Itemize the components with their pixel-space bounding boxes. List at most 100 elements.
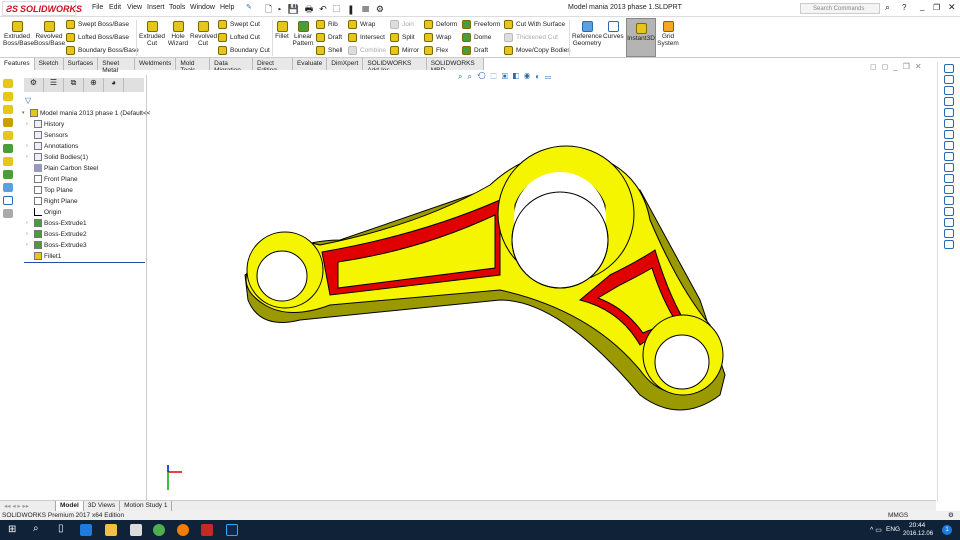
fillet-icon[interactable]: [3, 105, 13, 114]
configuration-manager-tab-icon[interactable]: ⧉: [64, 78, 84, 92]
fillet-button[interactable]: Fillet: [274, 21, 290, 40]
swept-cut-button[interactable]: Swept Cut: [218, 20, 260, 29]
tab-sheet-metal[interactable]: Sheet Metal: [98, 58, 135, 74]
spline-icon[interactable]: [944, 185, 954, 194]
draft2-button[interactable]: Draft: [462, 46, 488, 55]
tree-item-solid-bodies[interactable]: › Solid Bodies(1): [26, 153, 88, 161]
plane-icon[interactable]: [944, 207, 954, 216]
curves-icon[interactable]: [3, 196, 13, 205]
clock-time[interactable]: 20:44: [909, 522, 925, 529]
move-copy-bodies-button[interactable]: Move/Copy Bodies: [504, 46, 571, 55]
menu-window[interactable]: Window: [190, 4, 215, 11]
lofted-boss-button[interactable]: Lofted Boss/Base: [66, 33, 129, 42]
tab-dimxpert[interactable]: DimXpert: [327, 58, 364, 70]
mirror-icon[interactable]: [944, 240, 954, 249]
tree-item-material[interactable]: Plain Carbon Steel: [26, 164, 98, 172]
shell-icon[interactable]: [3, 131, 13, 140]
tree-item-right-plane[interactable]: Right Plane: [26, 197, 78, 205]
tab-mold-tools[interactable]: Mold Tools: [176, 58, 211, 74]
tab-3d-views[interactable]: 3D Views: [84, 501, 121, 511]
revolved-boss-button[interactable]: Revolved Boss/Base: [34, 21, 65, 47]
reference-geometry-icon[interactable]: [3, 183, 13, 192]
search-commands-input[interactable]: Search Commands: [800, 3, 880, 14]
hole-wizard-button[interactable]: Hole Wizard: [166, 21, 190, 47]
instant3d-button[interactable]: Instant3D: [626, 18, 656, 57]
close-icon[interactable]: ✕: [948, 2, 956, 13]
tree-item-origin[interactable]: Origin: [26, 208, 61, 216]
part-model[interactable]: [150, 70, 936, 500]
revolved-cut-button[interactable]: Revolved Cut: [190, 21, 217, 47]
solidworks-task-icon[interactable]: [201, 524, 213, 536]
menu-edit[interactable]: Edit: [109, 4, 121, 11]
curves-button[interactable]: Curves: [603, 21, 624, 40]
rollback-bar[interactable]: [24, 262, 145, 263]
filter-icon[interactable]: ▽: [25, 96, 31, 105]
custom-properties-icon[interactable]: [944, 130, 954, 139]
extrude-icon[interactable]: [3, 79, 13, 88]
tree-root[interactable]: ▾ Model mania 2013 phase 1 (Default<<De: [22, 109, 159, 117]
tree-item-sensors[interactable]: Sensors: [26, 131, 68, 139]
extruded-cut-button[interactable]: Extruded Cut: [139, 21, 165, 47]
split-button[interactable]: Split: [390, 33, 415, 42]
clock-date[interactable]: 2016.12.06: [903, 531, 933, 537]
store-icon[interactable]: [130, 524, 142, 536]
design-library-icon[interactable]: [944, 86, 954, 95]
tab-motion-study[interactable]: Motion Study 1: [120, 501, 173, 511]
menu-insert[interactable]: Insert: [147, 4, 165, 11]
display-manager-tab-icon[interactable]: ◕: [104, 78, 124, 92]
wrap-button[interactable]: Wrap: [348, 20, 375, 29]
linear-pattern-button[interactable]: Linear Pattern: [291, 21, 315, 47]
draft-button[interactable]: Draft: [316, 33, 342, 42]
rectangle-icon[interactable]: [944, 152, 954, 161]
tree-item-annotations[interactable]: › Annotations: [26, 142, 78, 150]
join-button[interactable]: Join: [390, 20, 414, 29]
pin-icon[interactable]: ✎: [246, 3, 252, 11]
home-icon[interactable]: [944, 64, 954, 73]
freeform-button[interactable]: Freeform: [462, 20, 500, 29]
view-palette-icon[interactable]: [944, 108, 954, 117]
menu-help[interactable]: Help: [220, 4, 234, 11]
reference-geometry-button[interactable]: Reference Geometry: [572, 21, 602, 47]
dimxpert-manager-tab-icon[interactable]: ⊕: [84, 78, 104, 92]
minimize-icon[interactable]: _: [920, 2, 924, 11]
pattern-icon[interactable]: [3, 170, 13, 179]
dome-button[interactable]: Dome: [462, 33, 491, 42]
settings-icon[interactable]: ⚙: [948, 511, 954, 519]
tree-item-boss-extrude3[interactable]: › Boss-Extrude3: [26, 241, 87, 249]
firefox-icon[interactable]: [177, 524, 189, 536]
chrome-icon[interactable]: [153, 524, 165, 536]
tree-item-fillet1[interactable]: Fillet1: [26, 252, 61, 260]
grid-system-button[interactable]: Grid System: [656, 21, 680, 47]
line-icon[interactable]: [944, 141, 954, 150]
units-selector[interactable]: MMGS: [888, 512, 908, 519]
edge-icon[interactable]: [80, 524, 92, 536]
restore-icon[interactable]: ❐: [933, 3, 940, 12]
circle-icon[interactable]: [944, 163, 954, 172]
language-indicator[interactable]: ENG: [886, 526, 900, 533]
menu-tools[interactable]: Tools: [169, 4, 185, 11]
property-manager-tab-icon[interactable]: ☰: [44, 78, 64, 92]
tab-direct-editing[interactable]: Direct Editing: [253, 58, 293, 74]
quick-access-toolbar[interactable]: 🗋▸💾🖶↶⬚▮☰⚙: [265, 2, 390, 18]
extruded-boss-button[interactable]: Extruded Boss/Base: [3, 21, 34, 47]
tab-addins[interactable]: SOLIDWORKS Add-Ins: [363, 58, 427, 74]
graphics-area[interactable]: ⌕⌕⟲⬚▣◧◉◐▭ ◻◻_❐✕: [150, 62, 936, 500]
arc-icon[interactable]: [944, 174, 954, 183]
tree-item-top-plane[interactable]: Top Plane: [26, 186, 73, 194]
tab-weldments[interactable]: Weldments: [135, 58, 177, 70]
point-icon[interactable]: [944, 196, 954, 205]
menu-view[interactable]: View: [127, 4, 142, 11]
rib-button[interactable]: Rib: [316, 20, 338, 29]
task-view-icon[interactable]: ▯: [58, 523, 64, 534]
menu-file[interactable]: File: [92, 4, 103, 11]
solidworks-logo[interactable]: ƧS SOLIDWORKS: [2, 1, 82, 16]
thickened-cut-button[interactable]: Thickened Cut: [504, 33, 558, 42]
text-icon[interactable]: [944, 218, 954, 227]
help-icon[interactable]: ?: [902, 3, 906, 12]
mirror-button[interactable]: Mirror: [390, 46, 419, 55]
tab-model[interactable]: Model: [56, 501, 84, 511]
feature-manager-tab-icon[interactable]: ⚙: [24, 78, 44, 92]
tree-item-boss-extrude1[interactable]: › Boss-Extrude1: [26, 219, 87, 227]
tab-sketch[interactable]: Sketch: [35, 58, 64, 70]
deform-button[interactable]: Deform: [424, 20, 457, 29]
